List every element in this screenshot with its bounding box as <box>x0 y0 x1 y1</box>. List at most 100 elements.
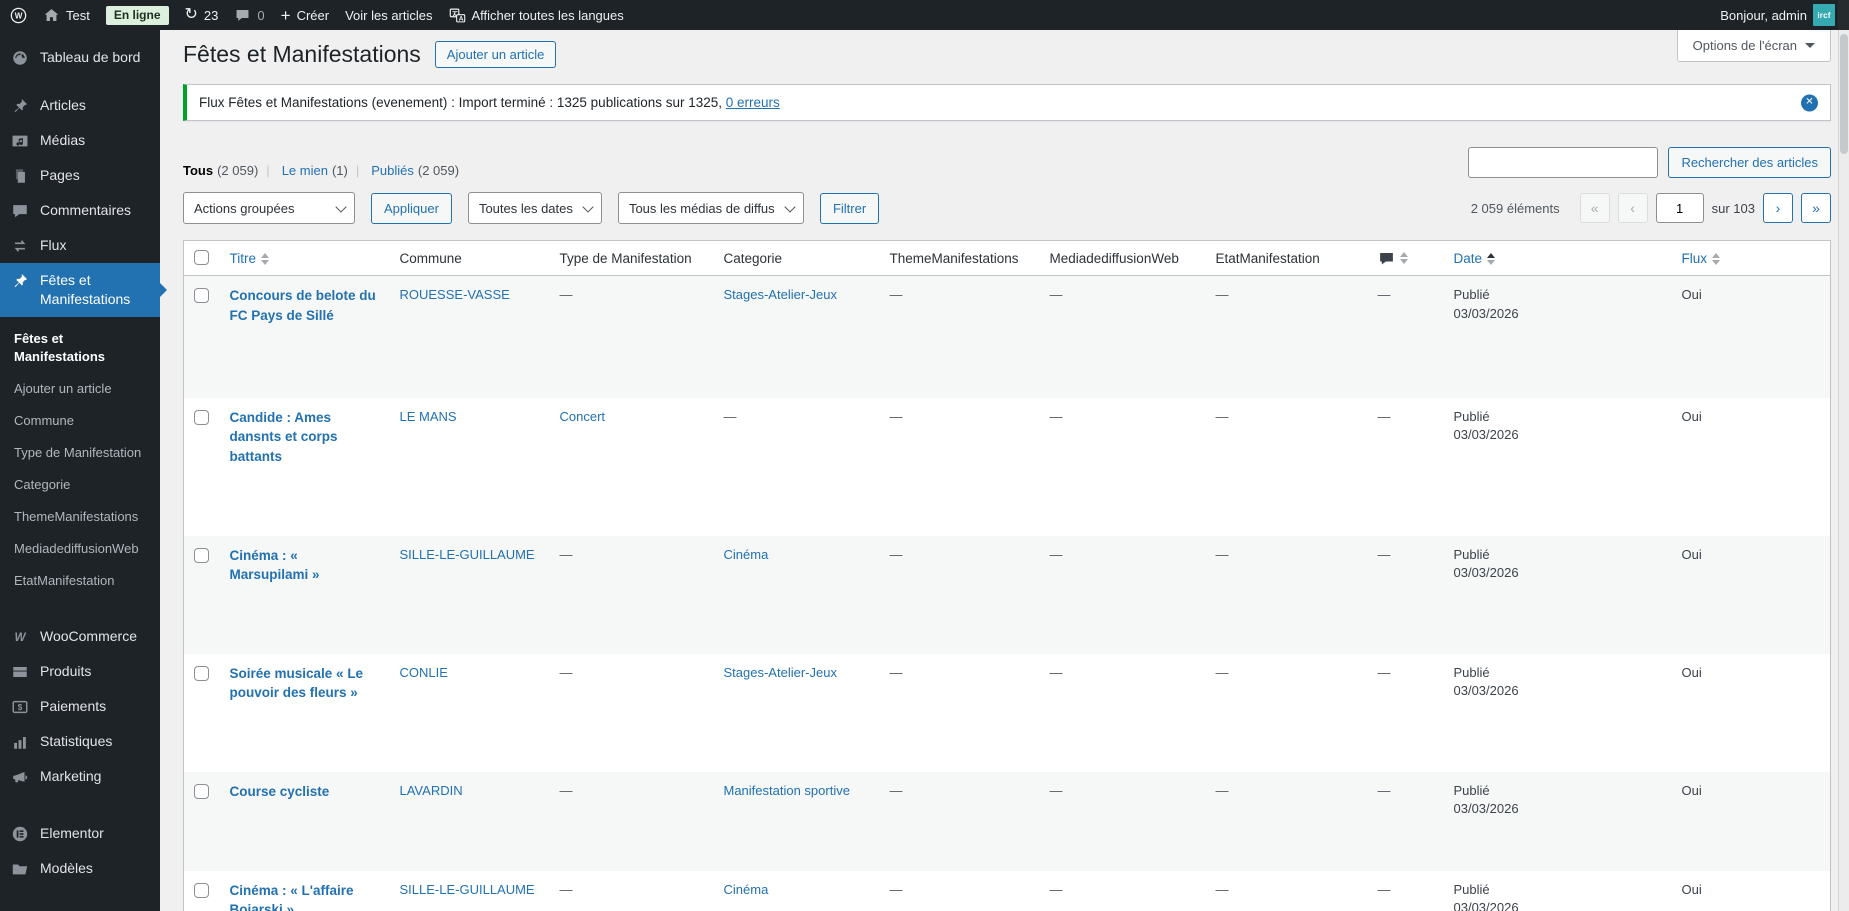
theme-value[interactable]: — <box>890 665 903 680</box>
media-value[interactable]: — <box>1050 547 1063 562</box>
sidebar-item-marketing[interactable]: Marketing <box>0 759 160 794</box>
type-value[interactable]: — <box>560 783 573 798</box>
theme-value[interactable]: — <box>890 409 903 424</box>
type-value[interactable]: Concert <box>560 409 606 424</box>
etat-value[interactable]: — <box>1216 409 1229 424</box>
theme-value[interactable]: — <box>890 287 903 302</box>
etat-value[interactable]: — <box>1216 287 1229 302</box>
row-checkbox[interactable] <box>194 882 209 898</box>
sidebar-item-articles[interactable]: Articles <box>0 88 160 123</box>
last-page-button[interactable]: » <box>1801 193 1831 223</box>
type-value[interactable]: — <box>560 882 573 897</box>
next-page-button[interactable]: › <box>1763 193 1793 223</box>
etat-value[interactable]: — <box>1216 547 1229 562</box>
languages-menu[interactable]: Afficher toutes les langues <box>449 0 624 30</box>
post-title-link[interactable]: Course cycliste <box>230 784 330 799</box>
submenu-item-ajouter-un-article[interactable]: Ajouter un article <box>0 373 160 405</box>
theme-value[interactable]: — <box>890 882 903 897</box>
submenu-item-type-de-manifestation[interactable]: Type de Manifestation <box>0 437 160 469</box>
bulk-actions-select[interactable]: Actions groupées <box>183 192 355 224</box>
submenu-item-categorie[interactable]: Categorie <box>0 469 160 501</box>
categorie-link[interactable]: Stages-Atelier-Jeux <box>724 287 837 302</box>
current-page-input[interactable] <box>1655 193 1704 223</box>
view-posts-link[interactable]: Voir les articles <box>345 0 432 30</box>
post-title-link[interactable]: Cinéma : « L'affaire Bojarski » <box>230 883 354 911</box>
categorie-link[interactable]: Cinéma <box>724 882 769 897</box>
sidebar-item-flux[interactable]: Flux <box>0 228 160 263</box>
submenu-item-mediadediffusionweb[interactable]: MediadediffusionWeb <box>0 533 160 565</box>
scrollbar-thumb[interactable] <box>1840 34 1848 154</box>
sidebar-item-dashboard[interactable]: Tableau de bord <box>0 40 160 75</box>
errors-link[interactable]: 0 erreurs <box>726 95 780 110</box>
sidebar-item-pages[interactable]: Pages <box>0 158 160 193</box>
media-filter-select[interactable]: Tous les médias de diffusi <box>617 192 804 224</box>
submenu-item-etatmanifestation[interactable]: EtatManifestation <box>0 565 160 597</box>
theme-value[interactable]: — <box>890 547 903 562</box>
sidebar-item-modeles[interactable]: Modèles <box>0 851 160 886</box>
media-value[interactable]: — <box>1050 783 1063 798</box>
commune-link[interactable]: CONLIE <box>400 665 448 680</box>
type-value[interactable]: — <box>560 547 573 562</box>
post-title-link[interactable]: Candide : Ames dansnts et corps battants <box>230 410 338 465</box>
comments-menu[interactable]: 0 <box>234 0 265 30</box>
sidebar-item-statistiques[interactable]: Statistiques <box>0 724 160 759</box>
column-header-comments[interactable] <box>1367 240 1444 276</box>
post-title-link[interactable]: Cinéma : « Marsupilami » <box>230 548 320 583</box>
view-tous[interactable]: Tous (2 059) <box>183 163 258 178</box>
commune-link[interactable]: ROUESSE-VASSE <box>400 287 510 302</box>
updates-menu[interactable]: ↻ 23 <box>185 0 219 30</box>
categorie-link[interactable]: Cinéma <box>724 547 769 562</box>
filter-button[interactable]: Filtrer <box>819 192 880 224</box>
commune-link[interactable]: LAVARDIN <box>400 783 463 798</box>
sidebar-item-medias[interactable]: Médias <box>0 123 160 158</box>
commune-link[interactable]: SILLE-LE-GUILLAUME <box>400 882 535 897</box>
screen-options-button[interactable]: Options de l'écran <box>1676 30 1831 62</box>
dates-filter-select[interactable]: Toutes les dates <box>467 192 602 224</box>
add-article-button[interactable]: Ajouter un article <box>434 41 557 68</box>
categorie-link[interactable]: Stages-Atelier-Jeux <box>724 665 837 680</box>
new-content-menu[interactable]: + Créer <box>281 0 329 30</box>
post-title-link[interactable]: Concours de belote du FC Pays de Sillé <box>230 288 376 323</box>
apply-button[interactable]: Appliquer <box>371 192 452 224</box>
prev-page-button[interactable]: ‹ <box>1617 193 1648 223</box>
etat-value[interactable]: — <box>1216 783 1229 798</box>
row-checkbox[interactable] <box>194 409 209 425</box>
sidebar-item-fetes-et-manifestations[interactable]: Fêtes et Manifestations <box>0 263 167 317</box>
wp-logo-menu[interactable]: W <box>10 0 27 30</box>
sidebar-item-woocommerce[interactable]: W WooCommerce <box>0 619 160 654</box>
categorie-link[interactable]: Manifestation sportive <box>724 783 850 798</box>
sidebar-item-elementor[interactable]: Elementor <box>0 816 160 851</box>
submenu-item-thememanifestations[interactable]: ThemeManifestations <box>0 501 160 533</box>
media-value[interactable]: — <box>1050 287 1063 302</box>
column-header-date[interactable]: Date <box>1443 240 1672 276</box>
my-account-menu[interactable]: Bonjour, admin ircf <box>1720 0 1835 30</box>
categorie-link[interactable]: — <box>724 409 737 424</box>
sidebar-item-commentaires[interactable]: Commentaires <box>0 193 160 228</box>
theme-value[interactable]: — <box>890 783 903 798</box>
sidebar-item-paiements[interactable]: $ Paiements <box>0 689 160 724</box>
column-header-flux[interactable]: Flux <box>1671 240 1831 276</box>
post-title-link[interactable]: Soirée musicale « Le pouvoir des fleurs … <box>230 666 364 701</box>
row-checkbox[interactable] <box>194 783 209 799</box>
media-value[interactable]: — <box>1050 409 1063 424</box>
row-checkbox[interactable] <box>194 288 209 303</box>
column-header-titre[interactable]: Titre <box>219 240 390 276</box>
submenu-item-commune[interactable]: Commune <box>0 405 160 437</box>
type-value[interactable]: — <box>560 287 573 302</box>
row-checkbox[interactable] <box>194 547 209 563</box>
commune-link[interactable]: LE MANS <box>400 409 457 424</box>
commune-link[interactable]: SILLE-LE-GUILLAUME <box>400 547 535 562</box>
sidebar-item-produits[interactable]: Produits <box>0 654 160 689</box>
view-publies[interactable]: Publiés (2 059) <box>348 163 459 178</box>
search-button[interactable]: Rechercher des articles <box>1668 147 1831 178</box>
row-checkbox[interactable] <box>194 665 209 681</box>
dismiss-notice-button[interactable]: ✕ <box>1801 94 1818 111</box>
type-value[interactable]: — <box>560 665 573 680</box>
media-value[interactable]: — <box>1050 665 1063 680</box>
media-value[interactable]: — <box>1050 882 1063 897</box>
site-menu[interactable]: Test <box>43 0 90 30</box>
select-all-checkbox[interactable] <box>194 250 209 265</box>
first-page-button[interactable]: « <box>1579 193 1610 223</box>
search-input[interactable] <box>1468 147 1659 178</box>
submenu-item-fetes-et-manifestations[interactable]: Fêtes et Manifestations <box>0 323 160 373</box>
